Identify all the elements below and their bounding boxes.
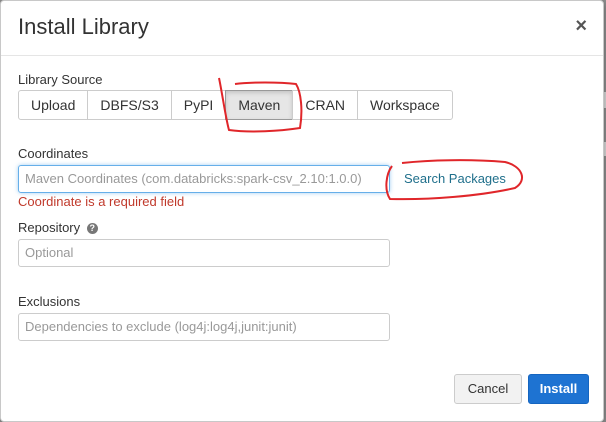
repository-label: Repository ? (18, 220, 98, 235)
coordinates-error: Coordinate is a required field (18, 194, 185, 209)
library-source-label: Library Source (18, 72, 103, 87)
tab-pypi[interactable]: PyPI (170, 90, 227, 120)
tab-maven[interactable]: Maven (225, 90, 294, 120)
tab-dbfs-s3[interactable]: DBFS/S3 (87, 90, 172, 120)
cancel-button[interactable]: Cancel (454, 374, 522, 404)
tab-workspace[interactable]: Workspace (357, 90, 453, 120)
coordinates-label: Coordinates (18, 146, 89, 161)
repository-input[interactable]: Optional (18, 239, 390, 267)
tab-upload[interactable]: Upload (18, 90, 89, 120)
question-circle-icon[interactable]: ? (86, 223, 98, 235)
exclusions-label: Exclusions (18, 294, 81, 309)
repository-label-text: Repository (18, 220, 81, 235)
library-source-tabs: Upload DBFS/S3 PyPI Maven CRAN Workspace (18, 90, 453, 120)
close-icon[interactable]: × (575, 15, 587, 38)
install-button[interactable]: Install (528, 374, 589, 404)
dialog-header: Install Library × (1, 1, 603, 56)
coordinates-input[interactable]: Maven Coordinates (com.databricks:spark-… (18, 165, 390, 193)
dialog-title: Install Library (18, 14, 149, 39)
search-packages-link[interactable]: Search Packages (404, 171, 506, 186)
install-library-dialog: Install Library × Library Source Upload … (0, 0, 604, 422)
exclusions-input[interactable]: Dependencies to exclude (log4j:log4j,jun… (18, 313, 390, 341)
tab-cran[interactable]: CRAN (292, 90, 359, 120)
